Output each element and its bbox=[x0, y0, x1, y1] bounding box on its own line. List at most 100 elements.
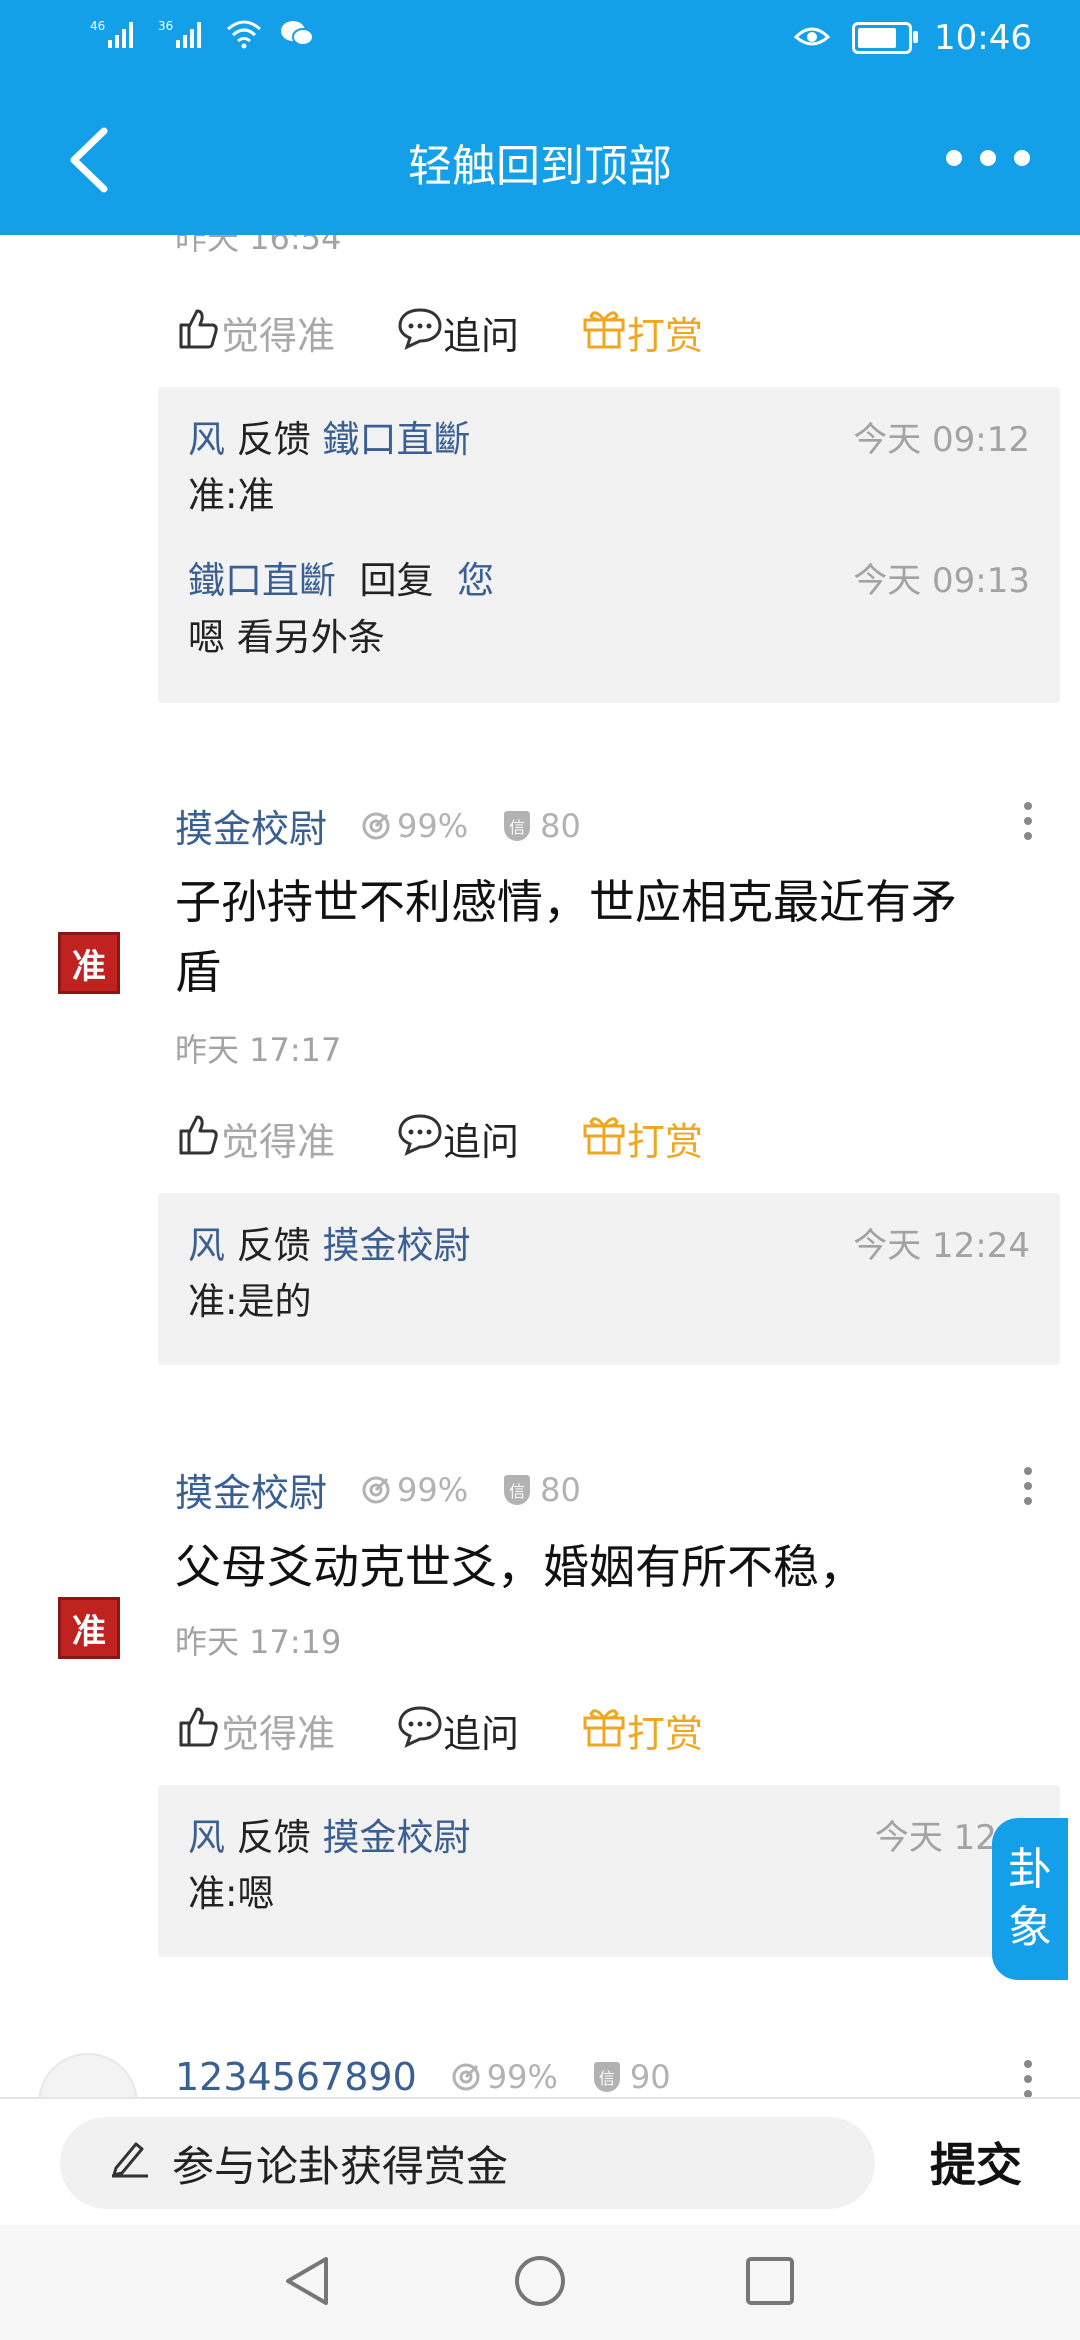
reply-text: 准:嗯 bbox=[188, 1872, 275, 1915]
post-menu-button[interactable] bbox=[1024, 2060, 1032, 2097]
square-recents-icon bbox=[746, 2257, 794, 2305]
reply-target[interactable]: 您 bbox=[457, 550, 494, 604]
reply-user[interactable]: 鐵口直斷 bbox=[188, 550, 336, 604]
agree-button[interactable]: 觉得准 bbox=[175, 1703, 335, 1758]
accuracy-icon bbox=[362, 812, 390, 839]
signal-icon: 46 bbox=[90, 18, 140, 56]
comment-feed[interactable]: 昨天 16:54 觉得准 追问 打赏 风 反馈 鐵口直斷 今天 09:12 准:… bbox=[0, 235, 1080, 2097]
reply-box: 风 反馈 摸金校尉 今天 12:24 准:是的 bbox=[158, 1193, 1060, 1365]
compose-bar: 参与论卦获得赏金 提交 bbox=[0, 2097, 1080, 2227]
kebab-dot-icon bbox=[1024, 2060, 1032, 2068]
battery-level bbox=[858, 28, 896, 48]
post-text: 父母爻动克世爻，婚姻有所不稳， bbox=[175, 1540, 865, 1594]
credit-value: 80 bbox=[540, 1470, 581, 1509]
comment-input[interactable]: 参与论卦获得赏金 bbox=[60, 2117, 875, 2209]
post-username[interactable]: 1234567890 bbox=[175, 2055, 417, 2097]
ask-button[interactable]: 追问 bbox=[397, 305, 519, 360]
nav-home-button[interactable] bbox=[512, 2253, 568, 2313]
post-actions: 觉得准 追问 打赏 bbox=[175, 305, 765, 360]
hexagram-tab[interactable]: 卦 象 bbox=[992, 1818, 1068, 1980]
reply-box: 风 反馈 鐵口直斷 今天 09:12 准:准 鐵口直斷 回复 您 今天 09:1… bbox=[158, 387, 1060, 703]
nav-back-button[interactable] bbox=[282, 2253, 332, 2313]
thumbs-up-icon bbox=[175, 1111, 221, 1166]
reply-text: 准:是的 bbox=[188, 1280, 312, 1323]
kebab-dot-icon bbox=[1024, 832, 1032, 840]
post-text: 子孙持世不利感情，世应相克最近有矛 盾 bbox=[175, 875, 957, 999]
wifi-icon bbox=[226, 19, 262, 55]
agree-button[interactable]: 觉得准 bbox=[175, 305, 335, 360]
kebab-dot-icon bbox=[1024, 1497, 1032, 1505]
nav-recents-button[interactable] bbox=[744, 2253, 796, 2313]
reply-header: 鐵口直斷 回复 您 今天 09:13 bbox=[188, 550, 1030, 604]
credit-badge-icon: 信 bbox=[504, 810, 531, 841]
more-button[interactable] bbox=[946, 150, 1030, 166]
reply-target[interactable]: 鐵口直斷 bbox=[323, 409, 471, 463]
agree-label: 觉得准 bbox=[221, 1120, 336, 1164]
pencil-icon bbox=[108, 2138, 152, 2188]
ask-label: 追问 bbox=[443, 1120, 520, 1164]
reply-header: 风 反馈 摸金校尉 今天 12:2 bbox=[188, 1807, 1030, 1861]
post-menu-button[interactable] bbox=[1024, 802, 1032, 840]
reward-label: 打赏 bbox=[627, 1120, 704, 1164]
reward-button[interactable]: 打赏 bbox=[581, 1703, 703, 1758]
seal-avatar[interactable]: 准 bbox=[58, 1597, 120, 1659]
reply-time: 今天 09:13 bbox=[853, 560, 1030, 601]
kebab-dot-icon bbox=[1024, 2090, 1032, 2097]
clock: 10:46 bbox=[934, 18, 1032, 58]
seal-avatar[interactable]: 准 bbox=[58, 932, 120, 994]
gift-icon bbox=[581, 1112, 627, 1165]
reply-header: 风 反馈 鐵口直斷 今天 09:12 bbox=[188, 409, 1030, 463]
signal-icon: 36 bbox=[158, 18, 208, 56]
accuracy-icon bbox=[452, 2063, 480, 2091]
circle-home-icon bbox=[515, 2256, 565, 2306]
eye-icon bbox=[793, 18, 831, 58]
chat-bubble-icon bbox=[397, 1704, 443, 1757]
reply-target[interactable]: 摸金校尉 bbox=[323, 1215, 471, 1269]
reply-user[interactable]: 风 bbox=[188, 409, 225, 463]
ask-button[interactable]: 追问 bbox=[397, 1703, 519, 1758]
reply-text: 准:准 bbox=[188, 474, 275, 517]
accuracy-value: 99% bbox=[486, 2058, 558, 2096]
more-dot-icon bbox=[946, 150, 962, 166]
ask-button[interactable]: 追问 bbox=[397, 1111, 519, 1166]
wechat-icon bbox=[280, 20, 314, 54]
thumbs-up-icon bbox=[175, 1703, 221, 1758]
credit-badge-icon: 信 bbox=[593, 2062, 620, 2092]
reply-time: 今天 09:12 bbox=[853, 419, 1030, 460]
post-time: 昨天 17:19 bbox=[175, 1623, 342, 1661]
reply-verb: 反馈 bbox=[236, 1816, 311, 1859]
post-menu-button[interactable] bbox=[1024, 1467, 1032, 1505]
avatar[interactable] bbox=[38, 2053, 138, 2097]
reward-button[interactable]: 打赏 bbox=[581, 1111, 703, 1166]
nav-bar: 轻触回到顶部 bbox=[0, 80, 1080, 235]
reply-user[interactable]: 风 bbox=[188, 1807, 225, 1861]
post-time: 昨天 17:17 bbox=[175, 1031, 342, 1069]
reply-target[interactable]: 摸金校尉 bbox=[323, 1807, 471, 1861]
comment-placeholder: 参与论卦获得赏金 bbox=[172, 2141, 509, 2191]
agree-label: 觉得准 bbox=[221, 314, 336, 358]
agree-button[interactable]: 觉得准 bbox=[175, 1111, 335, 1166]
page-title[interactable]: 轻触回到顶部 bbox=[0, 130, 1080, 194]
reward-button[interactable]: 打赏 bbox=[581, 305, 703, 360]
thumbs-up-icon bbox=[175, 305, 221, 360]
kebab-dot-icon bbox=[1024, 817, 1032, 825]
post-header: 摸金校尉 99% 信 80 bbox=[175, 1462, 581, 1517]
accuracy-icon bbox=[362, 1476, 390, 1503]
more-dot-icon bbox=[1014, 150, 1030, 166]
triangle-back-icon bbox=[286, 2257, 328, 2305]
post-username[interactable]: 摸金校尉 bbox=[175, 798, 327, 853]
reply-verb: 回复 bbox=[359, 559, 434, 602]
reward-label: 打赏 bbox=[627, 1712, 704, 1756]
reply-text: 嗯 看另外条 bbox=[188, 616, 385, 659]
accuracy-value: 99% bbox=[397, 1470, 469, 1509]
gift-icon bbox=[581, 1704, 627, 1757]
submit-button[interactable]: 提交 bbox=[930, 2129, 1022, 2195]
reply-verb: 反馈 bbox=[236, 418, 311, 461]
post-username[interactable]: 摸金校尉 bbox=[175, 1462, 327, 1517]
reply-verb: 反馈 bbox=[236, 1224, 311, 1267]
reply-user[interactable]: 风 bbox=[188, 1215, 225, 1269]
ask-label: 追问 bbox=[443, 314, 520, 358]
svg-text:46: 46 bbox=[90, 19, 105, 33]
reply-header: 风 反馈 摸金校尉 今天 12:24 bbox=[188, 1215, 1030, 1269]
chat-bubble-icon bbox=[397, 1112, 443, 1165]
